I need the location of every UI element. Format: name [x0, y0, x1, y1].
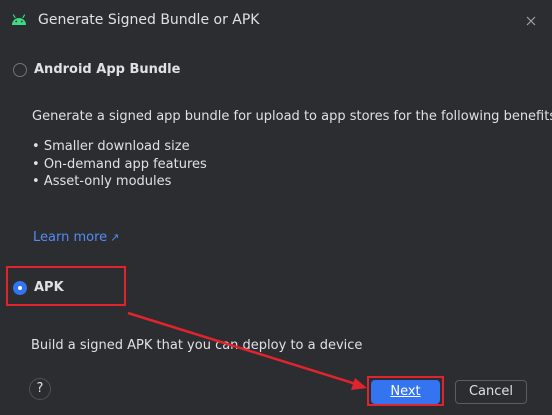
next-button[interactable]: Next — [371, 380, 440, 404]
benefit-item: Asset-only modules — [32, 173, 207, 191]
android-icon — [12, 14, 26, 25]
android-app-bundle-option[interactable]: Android App Bundle — [13, 62, 180, 77]
title-bar: Generate Signed Bundle or APK — [0, 0, 552, 42]
bundle-description: Generate a signed app bundle for upload … — [32, 109, 552, 124]
android-app-bundle-label: Android App Bundle — [34, 62, 181, 77]
learn-more-label: Learn more — [33, 230, 108, 245]
android-app-bundle-radio[interactable] — [13, 62, 27, 77]
learn-more-link[interactable]: Learn more ↗ — [33, 230, 119, 245]
apk-option[interactable]: APK — [13, 280, 64, 295]
signed-bundle-dialog: Generate Signed Bundle or APK Android Ap… — [0, 0, 552, 415]
benefit-item: On-demand app features — [32, 156, 207, 174]
cancel-button[interactable]: Cancel — [455, 380, 527, 404]
benefit-item: Smaller download size — [32, 138, 207, 156]
apk-description: Build a signed APK that you can deploy t… — [31, 338, 363, 353]
apk-radio[interactable] — [13, 280, 27, 295]
external-link-arrow-icon: ↗ — [110, 231, 120, 244]
close-button[interactable] — [522, 12, 540, 30]
dialog-title: Generate Signed Bundle or APK — [38, 12, 260, 28]
bundle-benefits-list: Smaller download size On-demand app feat… — [32, 138, 207, 191]
close-icon — [526, 16, 536, 26]
apk-label: APK — [34, 280, 64, 295]
help-button[interactable]: ? — [29, 378, 51, 400]
